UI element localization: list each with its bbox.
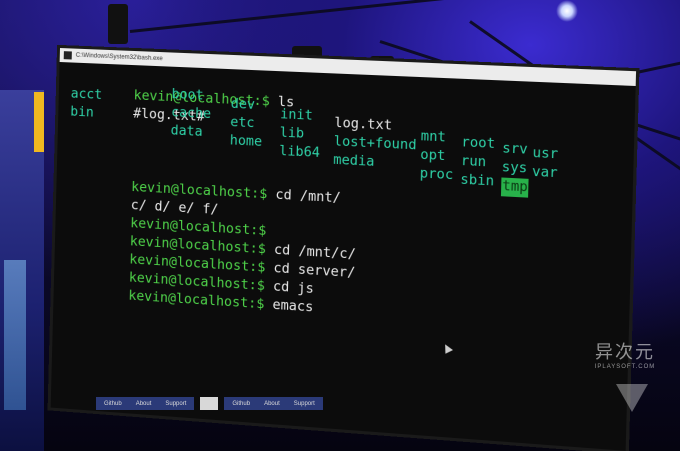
ls-entry: cache [170, 105, 212, 123]
taskbar: Github About Support Github About Suppor… [96, 397, 326, 410]
ls-entry: proc [419, 166, 454, 184]
ls-entry-highlighted: tmp [500, 177, 530, 198]
ls-entry: var [531, 164, 558, 182]
side-accent [34, 92, 44, 152]
ls-entry: sbin [460, 172, 495, 190]
github-link[interactable]: Github [104, 401, 122, 407]
stage-lamp [108, 4, 128, 44]
ls-entry: dev [230, 96, 256, 113]
ls-entry: sys [501, 159, 528, 177]
ls-entry: acct [70, 86, 103, 103]
ls-entry: boot [171, 86, 204, 104]
ls-entry: bin [70, 104, 94, 121]
ls-entry: mnt [420, 128, 447, 146]
ls-entry: root [461, 134, 496, 153]
window-title: C:\Windows\System32\bash.exe [75, 52, 163, 63]
terminal-window: C:\Windows\System32\bash.exe kevin@local… [50, 48, 637, 451]
stage-truss [129, 0, 680, 33]
about-link[interactable]: About [136, 401, 152, 407]
mouse-cursor-icon [441, 342, 453, 354]
watermark: 异次元 IPLAYSOFT.COM [580, 338, 670, 370]
ls-entry: opt [420, 147, 446, 165]
taskbar-blank [200, 397, 219, 410]
watermark-logo-icon [616, 384, 648, 412]
shell-command: cd js [264, 278, 314, 298]
shell-command: emacs [264, 297, 314, 316]
taskbar-link-group: Github About Support [224, 397, 323, 410]
about-link[interactable]: About [264, 401, 280, 407]
watermark-main: 异次元 [595, 342, 655, 363]
ls-entry: data [170, 123, 203, 140]
terminal-output[interactable]: kevin@localhost:$ ls #log.txt# acct bin … [54, 62, 636, 323]
ls-entry: srv [502, 140, 528, 158]
ls-entry: etc [230, 114, 255, 132]
ls-entry: media [333, 152, 375, 170]
support-link[interactable]: Support [165, 401, 186, 407]
spotlight-icon [556, 0, 578, 22]
ls-entry: lib64 [278, 143, 321, 162]
github-link[interactable]: Github [232, 401, 250, 407]
shell-command: cd /mnt/ [267, 187, 342, 207]
watermark-sub: IPLAYSOFT.COM [594, 364, 656, 370]
ls-entry: home [229, 133, 263, 151]
ls-entry: init [279, 106, 313, 124]
support-link[interactable]: Support [294, 401, 315, 407]
taskbar-link-group: Github About Support [96, 397, 195, 410]
terminal-app-icon [63, 51, 72, 60]
ls-entry: usr [532, 145, 559, 163]
ls-entry: lib [279, 125, 305, 142]
ls-entry: run [460, 153, 487, 171]
side-display-screen [4, 260, 26, 410]
photo-scene: C:\Windows\System32\bash.exe kevin@local… [0, 0, 680, 451]
